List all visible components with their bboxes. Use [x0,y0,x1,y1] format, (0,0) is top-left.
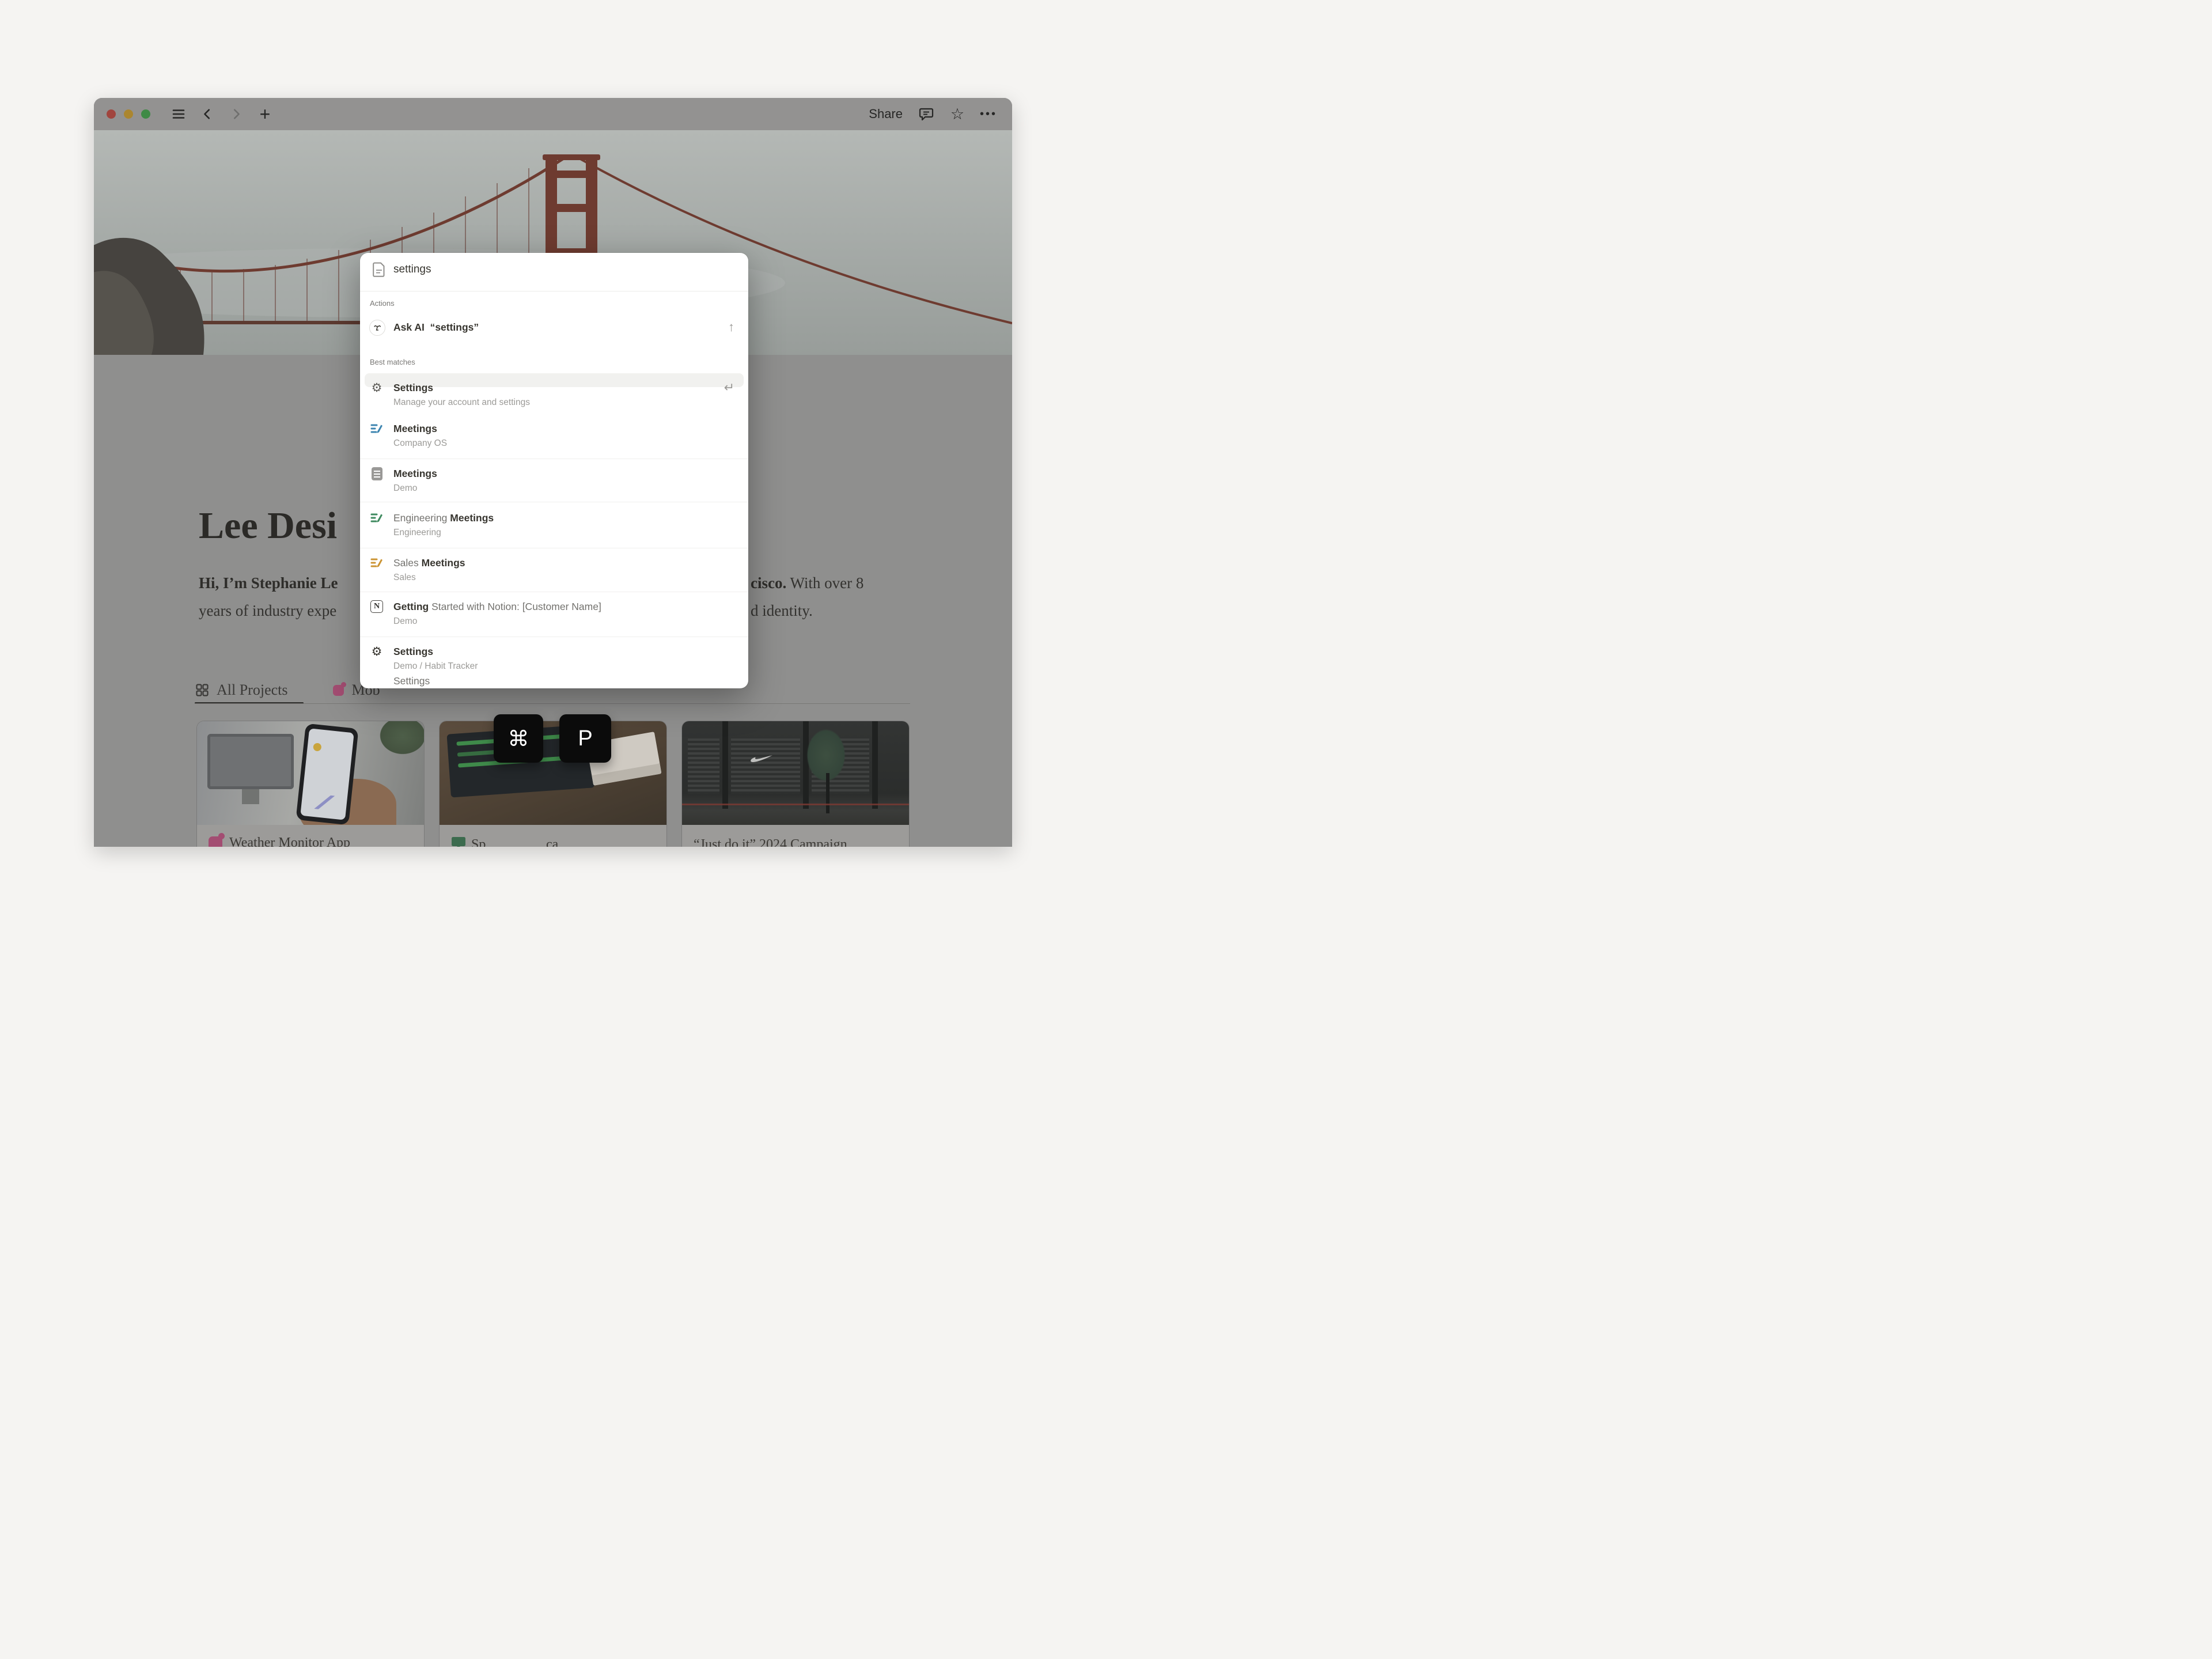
card-title-fragment-right: ca [546,837,558,847]
page-title: Lee Desi [199,503,361,548]
forward-icon[interactable] [229,107,244,122]
card-image-weather-app [197,721,424,825]
pink-app-icon [209,836,222,847]
sidebar-toggle-icon[interactable] [171,107,186,122]
share-button[interactable]: Share [869,107,903,122]
actions-section-label: Actions [370,299,395,308]
window-titlebar: + Share ☆ ••• [94,98,1012,130]
notion-ai-face-icon [369,320,385,336]
more-options-icon[interactable]: ••• [981,107,996,122]
up-arrow-icon: ↑ [728,320,734,335]
intro-paragraph-right: cisco. With over 8 d identity. [751,569,923,624]
document-gray-icon [369,466,384,481]
p-key: P [559,714,611,763]
gear-outline-icon: ⚙ [369,380,384,395]
card-title-fragment-left: Sp [471,837,486,847]
minimize-window-button[interactable] [124,109,133,119]
new-page-icon[interactable]: + [257,107,272,122]
project-card-just-do-it[interactable]: “Just do it” 2024 Campaign Brand [682,721,909,847]
tabs-divider [195,703,910,704]
nike-swoosh-icon [750,755,773,764]
card-image-nike-storefront [682,721,909,825]
desktop-monitor-icon [451,836,466,847]
card-title: “Just do it” 2024 Campaign [694,837,847,847]
return-arrow-icon: ↵ [724,380,734,395]
notion-logo-icon: N [369,599,384,614]
card-image-music-player [440,721,666,825]
card-title: Weather Monitor App [229,835,350,847]
close-window-button[interactable] [107,109,116,119]
meeting-notes-blue-icon [369,421,384,436]
favorite-star-icon[interactable]: ☆ [950,107,965,122]
grid-view-icon [196,684,209,696]
meeting-notes-yellow-icon [369,555,384,570]
intro-paragraph-left: Hi, I’m Stephanie Le years of industry e… [199,569,361,624]
page-doc-icon [373,262,385,277]
project-card-weather-monitor[interactable]: Weather Monitor App Mobile [197,721,424,847]
tab-all-projects[interactable]: All Projects [196,681,288,699]
zoom-window-button[interactable] [141,109,150,119]
mobile-app-icon [333,685,344,696]
meeting-notes-green-icon [369,510,384,525]
search-input[interactable]: settings [393,262,431,278]
command-key: ⌘ [494,714,543,763]
ask-ai-action[interactable]: Ask AI “settings” ↑ [360,315,748,345]
comments-icon[interactable] [919,107,934,122]
gear-solid-icon: ⚙ [369,644,384,659]
traffic-lights [107,109,150,119]
best-matches-section-label: Best matches [370,358,415,367]
search-modal: settings Actions Ask AI “settings” ↑ Bes… [360,253,748,688]
project-card-desktop-app[interactable]: Sp ca Desktop [440,721,666,847]
back-icon[interactable] [200,107,215,122]
